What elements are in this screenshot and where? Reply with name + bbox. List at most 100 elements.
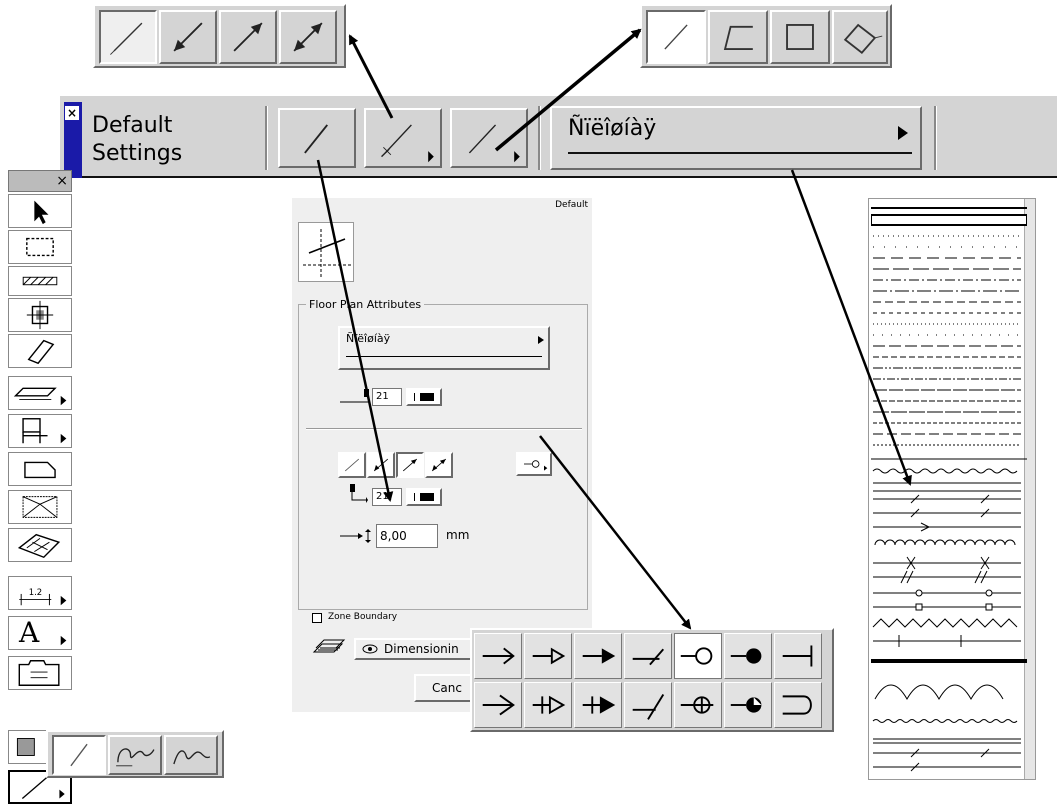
linetype-list[interactable]: [868, 198, 1036, 780]
default-settings-label[interactable]: Default Settings: [92, 112, 182, 168]
rotated-rectangle-button[interactable]: [832, 10, 888, 64]
pen-number-field-1[interactable]: 21: [372, 388, 402, 406]
column-tool[interactable]: [8, 298, 72, 332]
toolbox-title: ×: [8, 170, 72, 192]
cross-circle-icon: [680, 696, 714, 714]
dialog-linetype-sample: [346, 356, 542, 357]
plain-line-end-button[interactable]: [99, 10, 157, 64]
floor-plan-section-title: Floor Plan Attributes: [306, 298, 425, 311]
toolbar-divider-3: [934, 106, 937, 170]
polyline-button[interactable]: [708, 10, 768, 64]
marker-type-button[interactable]: [516, 452, 552, 476]
marker-half-filled-circle[interactable]: [724, 682, 772, 728]
marker-triangle-arrow[interactable]: [524, 633, 572, 679]
chevron-right-icon: [538, 336, 544, 344]
text-tool[interactable]: A: [8, 616, 72, 650]
toolbar-divider-2: [538, 106, 541, 170]
dialog-linetype-selector[interactable]: Ñïëîøíàÿ: [338, 326, 550, 370]
linetype-samples: [871, 207, 1027, 772]
arrow-type-icon: [381, 124, 434, 163]
line-geometry-popup: [640, 4, 892, 68]
pen-number-field-2[interactable]: 21: [372, 488, 402, 506]
marker-filled-triangle-cross[interactable]: [574, 682, 622, 728]
marker-open-circle[interactable]: [674, 633, 722, 679]
dialog-title: Default: [555, 200, 588, 210]
geometry-type-button[interactable]: [450, 108, 528, 168]
marker-cross-circle[interactable]: [674, 682, 722, 728]
arrow-type-button[interactable]: [364, 108, 442, 168]
arrow-start-button[interactable]: [159, 10, 217, 64]
window-tool[interactable]: [8, 376, 72, 410]
roof-tool[interactable]: [8, 490, 72, 524]
chair-icon: [22, 418, 67, 444]
cancel-label: Canc: [432, 681, 462, 695]
geometry-type-icon: [468, 124, 520, 163]
dimension-value-text: 1.2: [29, 587, 42, 597]
marker-open-triangle-cross[interactable]: [524, 682, 572, 728]
dialog-start-arrow-button[interactable]: [367, 452, 395, 478]
pointer-icon: [34, 200, 49, 225]
dimension-tool[interactable]: 1.2: [8, 576, 72, 610]
rotated-rectangle-icon: [843, 23, 883, 55]
marquee-tool[interactable]: [8, 230, 72, 264]
dialog-linetype-label: Ñïëîøíàÿ: [346, 332, 391, 345]
rectangle-button[interactable]: [770, 10, 830, 64]
zone-boundary-label: Zone Boundary: [328, 612, 398, 622]
linetype-selector-label: Ñïëîøíàÿ: [568, 116, 657, 141]
zone-boundary-checkbox[interactable]: [312, 613, 322, 623]
toolbox-close-icon[interactable]: ×: [56, 172, 68, 190]
dialog-both-arrow-button[interactable]: [425, 452, 453, 478]
straight-line-button[interactable]: [52, 735, 106, 775]
bracket-icon: [782, 695, 812, 715]
info-toolbar: × Default Settings Ñïëîøíàÿ: [60, 96, 1057, 178]
window-icon: [13, 387, 67, 406]
dialog-plain-end-button[interactable]: [338, 452, 366, 478]
spline-button[interactable]: [108, 735, 162, 775]
toolbox: × 1.2 A: [0, 170, 84, 804]
line-shape-popup: [46, 730, 224, 778]
marker-size-icon: [340, 528, 372, 544]
both-arrow-icon: [431, 458, 447, 472]
pen-color-button-1[interactable]: [406, 388, 442, 406]
label-tool[interactable]: [8, 656, 72, 690]
tick-icon: [782, 645, 813, 667]
mesh-tool[interactable]: [8, 528, 72, 562]
label-icon: [18, 660, 60, 686]
marker-open-arrow[interactable]: [474, 633, 522, 679]
rectangle-icon: [786, 24, 814, 50]
plain-end-icon: [344, 458, 360, 472]
object-tool[interactable]: [8, 414, 72, 448]
pen-color-button-2[interactable]: [406, 488, 442, 506]
dimension-layer-label: Dimensionin: [384, 642, 459, 656]
arrow-end-button[interactable]: [219, 10, 277, 64]
single-line-button[interactable]: [646, 10, 706, 64]
linetype-sample: [568, 152, 912, 154]
marker-filled-circle[interactable]: [724, 633, 772, 679]
triangle-arrow-icon: [532, 647, 566, 665]
marker-size-field[interactable]: 8,00: [376, 524, 438, 548]
slab-tool[interactable]: [8, 452, 72, 486]
marker-palette: [470, 628, 834, 732]
marker-tick[interactable]: [774, 633, 822, 679]
arrow-both-icon: [293, 22, 323, 52]
marker-double-arrow[interactable]: [474, 682, 522, 728]
marker-bracket[interactable]: [774, 682, 822, 728]
wall-icon: [22, 276, 58, 286]
linetype-selector[interactable]: Ñïëîøíàÿ: [550, 106, 922, 170]
freehand-button[interactable]: [164, 735, 218, 775]
marker-slash[interactable]: [624, 633, 672, 679]
arrow-both-button[interactable]: [279, 10, 337, 64]
circle-marker-icon: [524, 460, 548, 471]
marker-unit-label: mm: [446, 528, 470, 542]
beam-tool[interactable]: [8, 334, 72, 368]
wall-tool[interactable]: [8, 266, 72, 296]
dimension-icon: 1.2: [19, 587, 67, 606]
settings-close-icon[interactable]: ×: [65, 106, 79, 120]
toolbar-divider: [265, 106, 268, 170]
dialog-end-arrow-button[interactable]: [396, 452, 424, 478]
plain-line-icon: [110, 22, 143, 55]
marker-long-slash[interactable]: [624, 682, 672, 728]
arrow-select-tool[interactable]: [8, 194, 72, 228]
line-type-button[interactable]: [278, 108, 356, 168]
marker-filled-arrow[interactable]: [574, 633, 622, 679]
